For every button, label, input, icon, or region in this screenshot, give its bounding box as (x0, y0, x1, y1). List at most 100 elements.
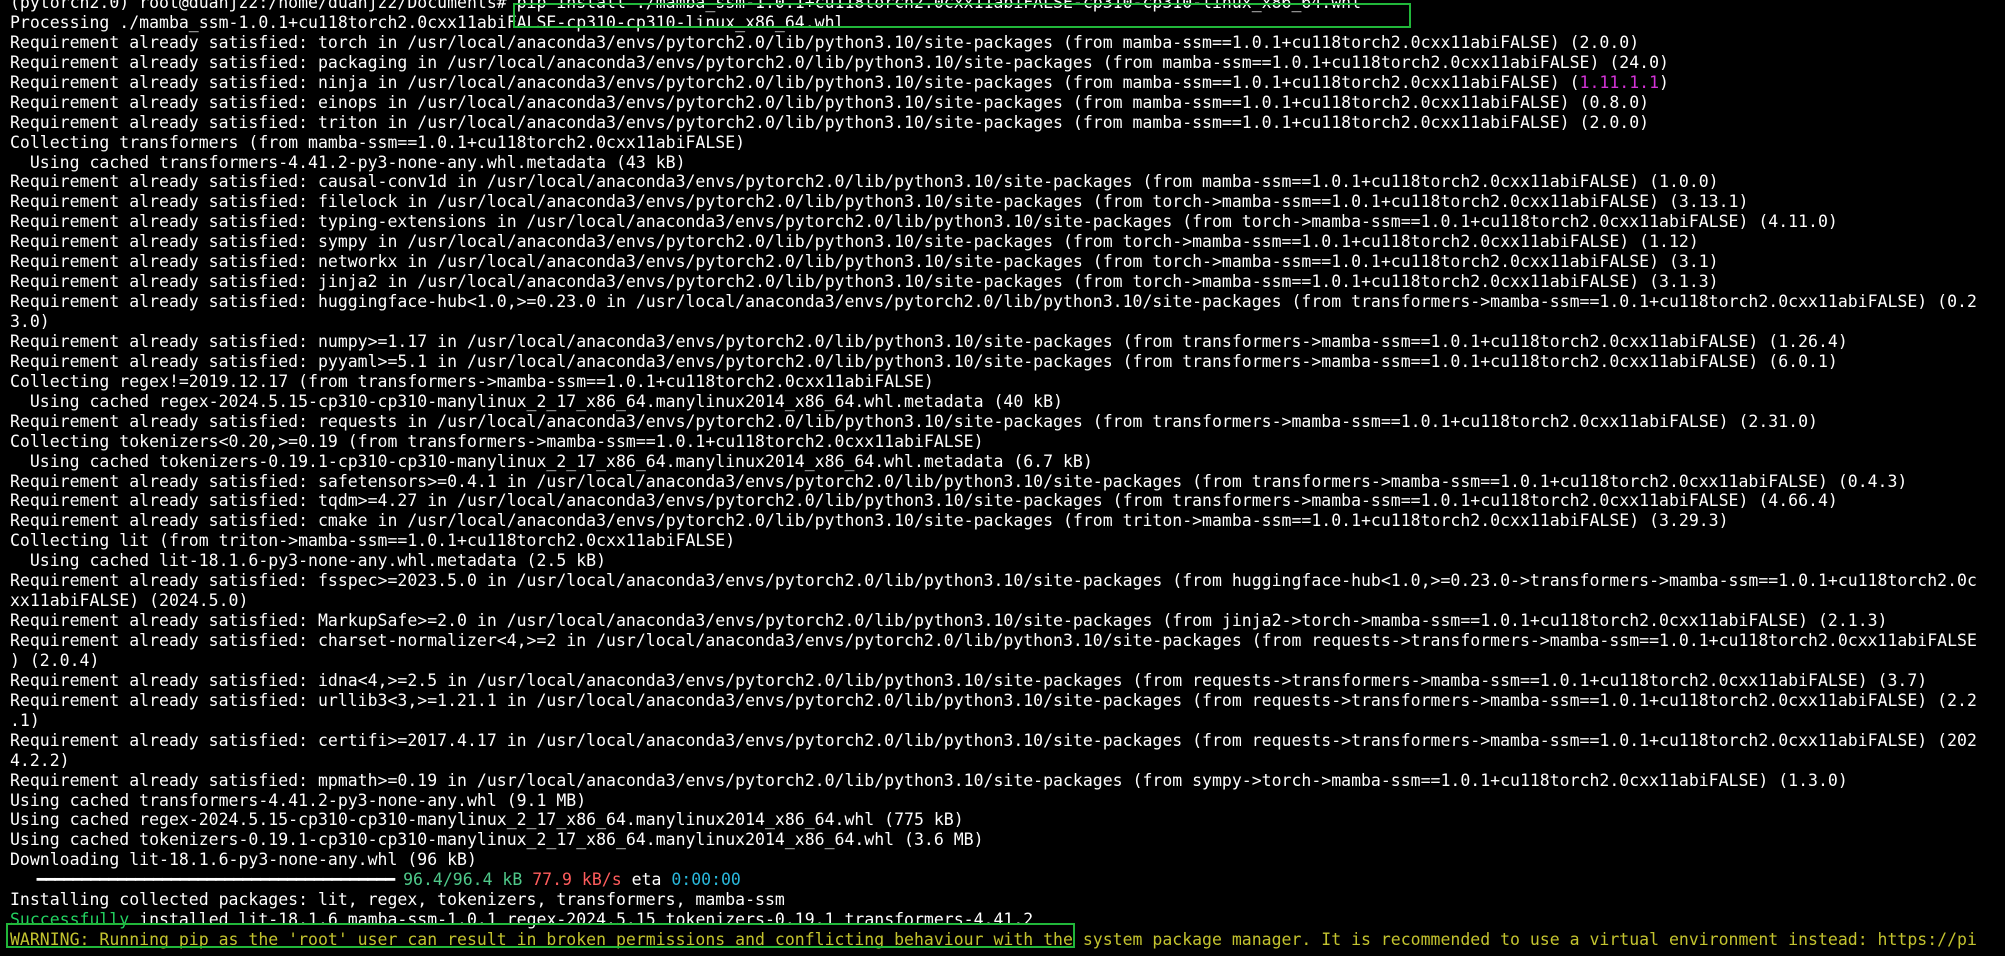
terminal-line: 4.2.2) (10, 751, 2005, 771)
terminal-line: ) (2.0.4) (10, 651, 2005, 671)
terminal-text-segment: Requirement already satisfied: sympy in … (10, 232, 1699, 252)
terminal-line: Requirement already satisfied: triton in… (10, 113, 2005, 133)
terminal-line: Using cached transformers-4.41.2-py3-non… (10, 153, 2005, 173)
terminal-text-segment: Using cached transformers-4.41.2-py3-non… (10, 790, 587, 810)
terminal-line: ━━━━━━━━━━━━━━━━━━━━━━━━━━━━━━━━━━━━━━━━… (10, 870, 2005, 890)
terminal-text-segment: 77.9 kB/s (532, 870, 622, 890)
terminal-text-segment: Requirement already satisfied: pyyaml>=5… (10, 351, 1838, 371)
terminal-line: Using cached lit-18.1.6-py3-none-any.whl… (10, 551, 2005, 571)
terminal-line: xx11abiFALSE) (2024.5.0) (10, 591, 2005, 611)
terminal-line: Requirement already satisfied: fsspec>=2… (10, 571, 2005, 591)
terminal-text-segment: Requirement already satisfied: typing-ex… (10, 212, 1838, 232)
terminal-text-segment: Processing ./mamba_ssm-1.0.1+cu118torch2… (10, 12, 845, 32)
terminal-line: Using cached transformers-4.41.2-py3-non… (10, 791, 2005, 811)
terminal-line: Requirement already satisfied: huggingfa… (10, 292, 2005, 312)
terminal-line: Requirement already satisfied: urllib3<3… (10, 691, 2005, 711)
terminal-line: Using cached regex-2024.5.15-cp310-cp310… (10, 810, 2005, 830)
terminal-text-segment: ━━━━━━━━━━━━━━━━━━━━━━━━━━━━━━━━━━━━━━━━ (10, 870, 404, 890)
terminal-line: Requirement already satisfied: einops in… (10, 93, 2005, 113)
terminal-text-segment: Requirement already satisfied: fsspec>=2… (10, 571, 1977, 591)
terminal-line: Requirement already satisfied: torch in … (10, 33, 2005, 53)
terminal-line: Using cached tokenizers-0.19.1-cp310-cp3… (10, 830, 2005, 850)
terminal-text-segment: 0:00:00 (671, 870, 741, 890)
terminal-text-segment: xx11abiFALSE) (2024.5.0) (10, 591, 249, 611)
terminal-text-segment: installed lit-18.1.6 mamba-ssm-1.0.1 reg… (129, 910, 1034, 930)
terminal-line: 3.0) (10, 312, 2005, 332)
terminal-text-segment: .1) (10, 710, 40, 730)
terminal-text-segment: Requirement already satisfied: numpy>=1.… (10, 331, 1848, 351)
terminal-line: Requirement already satisfied: MarkupSaf… (10, 611, 2005, 631)
terminal-text-segment: 3.0) (10, 312, 50, 331)
terminal-text-segment: Requirement already satisfied: ninja in … (10, 72, 1580, 92)
terminal-text-segment: Requirement already satisfied: cmake in … (10, 511, 1729, 531)
terminal-text-segment: Using cached lit-18.1.6-py3-none-any.whl… (10, 551, 607, 571)
terminal-line: Requirement already satisfied: ninja in … (10, 73, 2005, 93)
terminal-line: Installing collected packages: lit, rege… (10, 890, 2005, 910)
terminal-text-segment: 1.11.1.1 (1579, 72, 1660, 92)
terminal-line: Requirement already satisfied: tqdm>=4.2… (10, 491, 2005, 511)
terminal-text-segment: WARNING: Running pip as the 'root' user … (10, 930, 1977, 950)
terminal-line: Requirement already satisfied: networkx … (10, 252, 2005, 272)
terminal-line: Requirement already satisfied: cmake in … (10, 511, 2005, 531)
terminal-text-segment: Requirement already satisfied: einops in… (10, 92, 1650, 112)
terminal-text-segment: Requirement already satisfied: torch in … (10, 32, 1640, 52)
terminal-text-segment: Using cached regex-2024.5.15-cp310-cp310… (10, 810, 964, 830)
terminal-text-segment: Requirement already satisfied: causal-co… (10, 172, 1719, 192)
terminal-text-segment: Collecting regex!=2019.12.17 (from trans… (10, 371, 934, 391)
terminal-line: Collecting tokenizers<0.20,>=0.19 (from … (10, 432, 2005, 452)
terminal-text-segment: 96.4/96.4 kB (403, 870, 523, 890)
terminal-text-segment: Collecting lit (from triton->mamba-ssm==… (10, 531, 736, 551)
terminal-line: Requirement already satisfied: pyyaml>=5… (10, 352, 2005, 372)
terminal-text-segment: (pytorch2.0) root@duanjz2:/home/duanjz2/… (10, 0, 1362, 12)
terminal-text-segment: Requirement already satisfied: jinja2 in… (10, 272, 1719, 292)
terminal-line: Using cached tokenizers-0.19.1-cp310-cp3… (10, 452, 2005, 472)
terminal-line: Requirement already satisfied: charset-n… (10, 631, 2005, 651)
terminal-line: Requirement already satisfied: mpmath>=0… (10, 771, 2005, 791)
terminal-text-segment: Using cached regex-2024.5.15-cp310-cp310… (10, 391, 1063, 411)
terminal-line: Requirement already satisfied: sympy in … (10, 232, 2005, 252)
terminal-text-segment: Using cached transformers-4.41.2-py3-non… (10, 152, 686, 172)
terminal-text-segment: Collecting tokenizers<0.20,>=0.19 (from … (10, 431, 984, 451)
terminal-text-segment: Requirement already satisfied: triton in… (10, 112, 1650, 132)
terminal-line: Requirement already satisfied: safetenso… (10, 472, 2005, 492)
terminal-line: Collecting transformers (from mamba-ssm=… (10, 133, 2005, 153)
terminal-line: Requirement already satisfied: requests … (10, 412, 2005, 432)
terminal-line: Collecting regex!=2019.12.17 (from trans… (10, 372, 2005, 392)
terminal-text-segment: Requirement already satisfied: charset-n… (10, 631, 1977, 650)
terminal-text-segment: Requirement already satisfied: mpmath>=0… (10, 770, 1848, 790)
terminal-text-segment: Requirement already satisfied: huggingfa… (10, 292, 1977, 312)
terminal-line: Processing ./mamba_ssm-1.0.1+cu118torch2… (10, 13, 2005, 33)
terminal-text-segment: Requirement already satisfied: idna<4,>=… (10, 670, 1928, 690)
terminal-line: Requirement already satisfied: certifi>=… (10, 731, 2005, 751)
terminal-line: Requirement already satisfied: packaging… (10, 53, 2005, 73)
terminal-text-segment: Requirement already satisfied: certifi>=… (10, 730, 1977, 750)
terminal-line: Requirement already satisfied: filelock … (10, 192, 2005, 212)
terminal-text-segment: Requirement already satisfied: packaging… (10, 52, 1669, 72)
terminal-text-segment: Requirement already satisfied: urllib3<3… (10, 690, 1977, 710)
terminal-text-segment: Requirement already satisfied: tqdm>=4.2… (10, 491, 1838, 511)
terminal-line: (pytorch2.0) root@duanjz2:/home/duanjz2/… (10, 0, 2005, 13)
terminal-line: Collecting lit (from triton->mamba-ssm==… (10, 531, 2005, 551)
terminal-output[interactable]: (pytorch2.0) root@duanjz2:/home/duanjz2/… (10, 0, 2005, 950)
terminal-text-segment: Using cached tokenizers-0.19.1-cp310-cp3… (10, 451, 1093, 471)
terminal-text-segment: Successfully (10, 910, 130, 930)
terminal-text-segment: Collecting transformers (from mamba-ssm=… (10, 132, 746, 152)
terminal-text-segment: ) (2.0.4) (10, 650, 100, 670)
terminal-line: Requirement already satisfied: causal-co… (10, 172, 2005, 192)
terminal-line: Successfully installed lit-18.1.6 mamba-… (10, 910, 2005, 930)
terminal-line: Requirement already satisfied: jinja2 in… (10, 272, 2005, 292)
terminal-text-segment: Requirement already satisfied: MarkupSaf… (10, 611, 1888, 631)
terminal-line: Requirement already satisfied: numpy>=1.… (10, 332, 2005, 352)
terminal-text-segment: 4.2.2) (10, 750, 70, 770)
terminal-line: WARNING: Running pip as the 'root' user … (10, 930, 2005, 950)
terminal-text-segment: ) (1659, 72, 1669, 92)
terminal-text-segment: Requirement already satisfied: requests … (10, 411, 1818, 431)
terminal-line: Downloading lit-18.1.6-py3-none-any.whl … (10, 850, 2005, 870)
terminal-text-segment: Requirement already satisfied: safetenso… (10, 471, 1908, 491)
terminal-text-segment: eta (621, 870, 672, 890)
terminal-text-segment: Requirement already satisfied: filelock … (10, 192, 1749, 212)
terminal-text-segment: Installing collected packages: lit, rege… (10, 890, 785, 910)
terminal-line: Using cached regex-2024.5.15-cp310-cp310… (10, 392, 2005, 412)
terminal-line: .1) (10, 711, 2005, 731)
